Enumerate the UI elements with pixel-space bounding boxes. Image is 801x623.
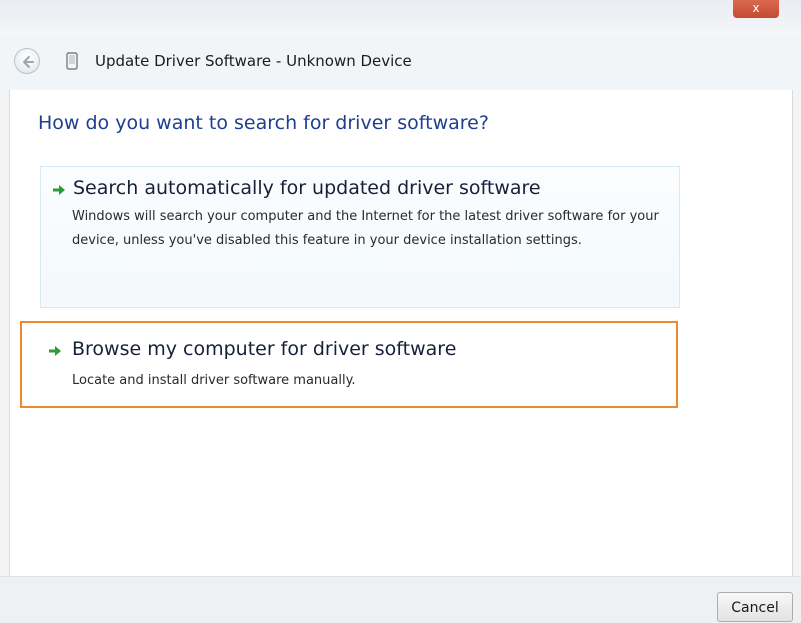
back-button[interactable] — [14, 48, 40, 74]
content-panel: How do you want to search for driver sof… — [9, 90, 793, 576]
browse-computer-option[interactable]: Browse my computer for driver software L… — [20, 321, 678, 408]
option-title: Browse my computer for driver software — [72, 338, 457, 360]
update-driver-window: x Update Driver Software - Unknown Devic… — [0, 0, 801, 623]
window-title: Update Driver Software - Unknown Device — [95, 52, 412, 70]
green-arrow-icon — [49, 346, 61, 356]
option-description: Locate and install driver software manua… — [72, 373, 356, 388]
window-chrome: x — [0, 0, 801, 36]
option-title: Search automatically for updated driver … — [73, 177, 541, 199]
cancel-button[interactable]: Cancel — [717, 592, 793, 622]
dialog-footer: Cancel — [0, 576, 801, 623]
page-heading: How do you want to search for driver sof… — [38, 112, 489, 134]
title-bar: Update Driver Software - Unknown Device — [0, 36, 801, 90]
green-arrow-icon — [53, 185, 65, 195]
close-button[interactable]: x — [733, 0, 779, 18]
back-arrow-icon — [23, 56, 34, 68]
option-description: Windows will search your computer and th… — [72, 209, 659, 248]
search-automatically-option[interactable]: Search automatically for updated driver … — [40, 166, 680, 308]
device-icon — [66, 52, 78, 70]
